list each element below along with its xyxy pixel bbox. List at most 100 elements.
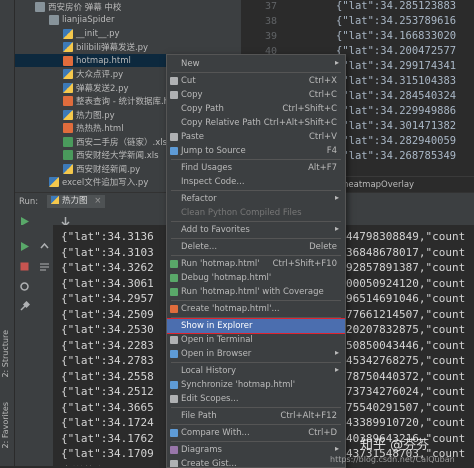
menu-item-label: Create 'hotmap.html'... [181,304,280,314]
rerun-icon[interactable] [19,212,30,226]
console-line: {"lat":34.2957 [61,292,154,305]
menu-item-label: Show in Explorer [181,321,253,331]
jump-icon [170,147,178,155]
coverage-icon [170,288,178,296]
menu-item-create-hotmap-html[interactable]: Create 'hotmap.html'... [167,302,345,316]
tree-item[interactable]: 西安房价 弹幕 中校 [15,0,241,13]
run-tab[interactable]: 热力图 × [47,195,106,208]
code-line: {"lat":34.253789616 [336,15,457,27]
menu-item-show-in-explorer[interactable]: Show in Explorer [167,318,345,334]
tree-item-label: bilibili弹幕发送.py [76,43,149,53]
browser-icon [170,350,178,358]
menu-item-inspect-code[interactable]: Inspect Code... [167,175,345,189]
close-tab-icon[interactable]: × [94,196,101,206]
python-file-icon [63,82,73,93]
menu-item-label: Paste [181,132,204,142]
stop-icon[interactable] [19,257,30,271]
menu-item-add-to-favorites[interactable]: Add to Favorites ▸ [167,223,345,237]
run-icon[interactable] [19,237,30,251]
menu-separator [171,362,341,363]
menu-item-jump-to-source[interactable]: Jump to Source F4 [167,144,345,158]
menu-item-shortcut: Ctrl+Alt+F12 [280,411,337,421]
python-file-icon [49,177,59,187]
excel-file-icon [63,136,73,147]
menu-item-refactor[interactable]: Refactor ▸ [167,192,345,206]
tree-item-label: hotmap.html [76,55,131,66]
compare-icon [170,429,178,437]
submenu-arrow-icon: ▸ [334,444,339,453]
console-line: {"lat":34.3136 [61,230,154,243]
scopes-icon [170,395,178,403]
tree-item-label: 西安房价 弹幕 中校 [48,2,122,13]
menu-item-file-path[interactable]: File Path Ctrl+Alt+F12 [167,409,345,423]
menu-item-label: Refactor [181,194,217,204]
menu-item-label: Find Usages [181,163,233,173]
wrap-icon[interactable] [39,257,50,271]
menu-item-shortcut: Ctrl+Shift+F10 [272,259,337,269]
console-line-tail: 20207832875,"count [346,323,466,336]
sync-icon [170,381,178,389]
menu-item-run-hotmap-html[interactable]: Run 'hotmap.html' Ctrl+Shift+F10 [167,257,345,271]
submenu-arrow-icon: ▸ [334,193,339,202]
menu-item-shortcut: Ctrl+V [308,132,337,142]
menu-item-label: File Path [181,411,217,421]
menu-item-label: Cut [181,76,196,86]
console-line: {"lat":34.3665 [61,400,154,414]
menu-separator [171,72,341,73]
submenu-arrow-icon: ▸ [334,58,339,67]
gist-icon [170,460,178,467]
menu-separator [171,238,341,239]
menu-item-cut[interactable]: Cut Ctrl+X [167,74,345,88]
console-line: {"lat":34.2283 [61,338,154,352]
menu-item-copy-path[interactable]: Copy Path Ctrl+Shift+C [167,102,345,116]
menu-item-run-hotmap-html-with-coverage[interactable]: Run 'hotmap.html' with Coverage [167,285,345,299]
favorites-tab[interactable]: 2: Favorites [1,402,13,448]
menu-item-label: Run 'hotmap.html' [181,259,260,269]
console-line-tail: 75540291507,"count [346,400,466,414]
menu-item-edit-scopes[interactable]: Edit Scopes... [167,392,345,406]
console-line: {"lat":34.2558 [61,369,154,383]
menu-item-create-gist[interactable]: Create Gist... [167,457,345,467]
pin-icon[interactable] [19,297,31,311]
run-tab-label: 热力图 [62,196,88,206]
html-file-icon [63,96,73,106]
menu-item-diagrams[interactable]: Diagrams ▸ [167,443,345,457]
tree-item[interactable]: bilibili弹幕发送.py [15,41,241,54]
menu-separator [171,317,341,318]
menu-item-label: Add to Favorites [181,225,250,235]
scroll-end-icon[interactable] [60,212,71,227]
menu-item-shortcut: F4 [326,146,337,156]
menu-separator [171,424,341,425]
menu-item-label: Delete... [181,242,218,252]
menu-item-shortcut: Alt+F7 [308,163,337,173]
menu-item-find-usages[interactable]: Find Usages Alt+F7 [167,161,345,175]
settings-icon[interactable] [19,277,30,291]
menu-item-copy-relative-path[interactable]: Copy Relative Path Ctrl+Alt+Shift+C [167,116,345,130]
menu-item-local-history[interactable]: Local History ▸ [167,364,345,378]
menu-item-open-in-terminal[interactable]: Open in Terminal [167,333,345,347]
line-number: 38 [264,16,277,27]
menu-item-shortcut: Ctrl+C [308,90,337,100]
tree-item[interactable]: lianjiaSpider [15,14,241,27]
menu-item-clean-python-compiled-files[interactable]: Clean Python Compiled Files [167,206,345,220]
tree-item[interactable]: __init__.py [15,27,241,40]
console-line-tail: 92857891387,"count [346,261,466,274]
menu-item-copy[interactable]: Copy Ctrl+C [167,88,345,102]
diagrams-icon [170,446,178,454]
menu-item-delete[interactable]: Delete... Delete [167,240,345,254]
structure-tab[interactable]: 2: Structure [1,330,13,378]
menu-item-compare-with[interactable]: Compare With... Ctrl+D [167,426,345,440]
console-line: {"lat":34.2512 [61,385,154,398]
console-line: {"lat":34.3262 [61,261,154,274]
breadcrumb-item[interactable]: heatmapOverlay [343,180,414,190]
tree-item-label: 弹幕发送2.py [76,83,129,94]
menu-item-paste[interactable]: Paste Ctrl+V [167,130,345,144]
menu-item-debug-hotmap-html[interactable]: Debug 'hotmap.html' [167,271,345,285]
watermark-url: https://blog.csdn.net/CalQuban [330,455,455,464]
menu-item-synchronize-hotmap-html[interactable]: Synchronize 'hotmap.html' [167,378,345,392]
menu-item-label: New [181,59,200,69]
menu-item-new[interactable]: New ▸ [167,57,345,71]
up-arrow-icon[interactable] [39,237,50,249]
menu-item-label: Edit Scopes... [181,394,239,404]
menu-item-open-in-browser[interactable]: Open in Browser ▸ [167,347,345,361]
